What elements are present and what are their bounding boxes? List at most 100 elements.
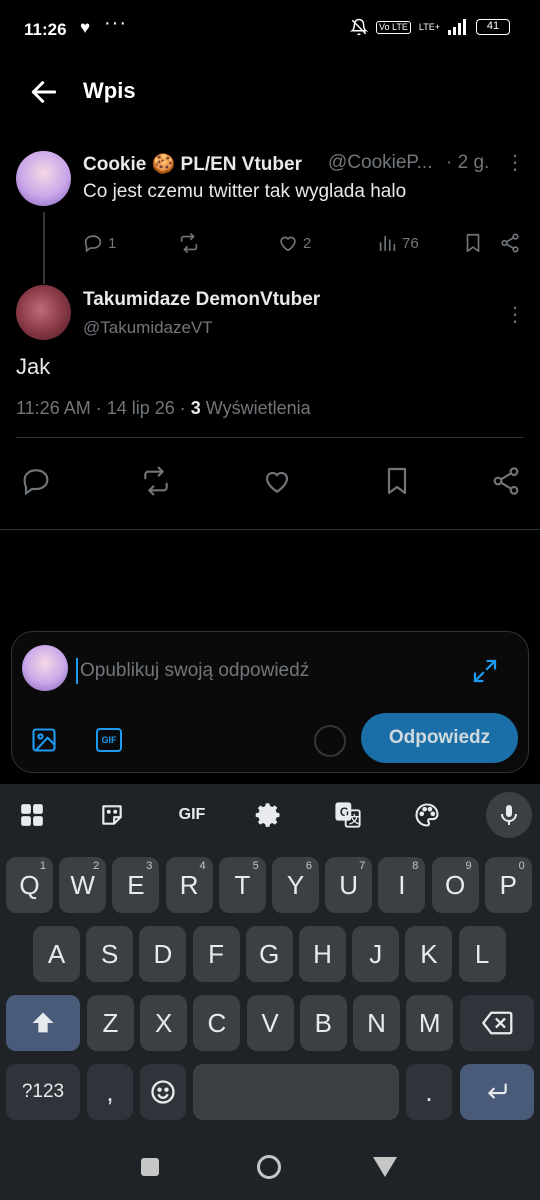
divider (0, 529, 540, 530)
reply-input[interactable] (76, 658, 456, 684)
key-m[interactable]: M (406, 995, 454, 1051)
avatar[interactable] (16, 151, 71, 206)
bookmark-icon[interactable] (462, 232, 484, 254)
key-label: N (367, 1007, 386, 1038)
share-icon[interactable] (490, 465, 522, 497)
author-name[interactable]: Cookie 🍪 PL/EN Vtuber (83, 152, 302, 176)
image-icon[interactable] (30, 726, 58, 754)
key-label: U (339, 869, 359, 900)
avatar[interactable] (16, 285, 71, 340)
key-label: M (418, 1007, 441, 1038)
timestamp: 11:26 AM · 14 lip 26 · (16, 398, 191, 418)
key-q[interactable]: Q1 (6, 857, 53, 913)
lte-label: LTE+ (418, 21, 440, 32)
key-label: K (420, 938, 438, 969)
key-x[interactable]: X (140, 995, 188, 1051)
key-label: G (259, 938, 280, 969)
key-label: E (127, 869, 145, 900)
key-y[interactable]: Y6 (272, 857, 319, 913)
key-p[interactable]: P0 (484, 857, 532, 913)
like-count: 2 (303, 234, 312, 252)
like-button[interactable]: 2 (277, 232, 311, 254)
more-options-icon[interactable]: ⋮ (505, 150, 525, 175)
back-arrow-icon[interactable] (28, 76, 60, 108)
key-label: J (369, 938, 383, 969)
key-number-hint: 3 (146, 860, 153, 872)
reply-submit-button[interactable]: Odpowiedz (361, 713, 518, 763)
views-count: 3 (190, 398, 201, 418)
gear-icon[interactable] (251, 797, 287, 833)
shift-arrow-icon (32, 1012, 54, 1033)
key-u[interactable]: U7 (325, 857, 373, 913)
key-j[interactable]: J (352, 926, 400, 982)
key-l[interactable]: L (458, 926, 506, 982)
key-label: O (444, 869, 466, 900)
author-handle[interactable]: @CookieP... (328, 152, 433, 174)
volte-badge: Vo LTE (376, 20, 411, 34)
retweet-button[interactable] (178, 232, 200, 254)
back-triangle-icon[interactable] (373, 1157, 397, 1177)
key-z[interactable]: Z (87, 995, 134, 1051)
translate-icon[interactable]: G文 (330, 797, 366, 833)
space-key[interactable] (193, 1064, 399, 1120)
recents-icon[interactable] (141, 1158, 159, 1176)
views-chart-icon (379, 235, 396, 252)
thread-line (43, 212, 45, 284)
emoji-key[interactable] (140, 1064, 186, 1120)
key-b[interactable]: B (299, 995, 347, 1051)
symbols-key[interactable]: ?123 (6, 1064, 80, 1120)
heart-icon[interactable] (261, 465, 293, 497)
gif-icon[interactable]: GIF (172, 797, 212, 833)
key-r[interactable]: R4 (165, 857, 213, 913)
key-o[interactable]: O9 (431, 857, 479, 913)
key-d[interactable]: D (139, 926, 187, 982)
period-key[interactable]: . (406, 1064, 452, 1120)
retweet-icon (180, 233, 198, 253)
key-t[interactable]: T5 (218, 857, 266, 913)
more-options-icon[interactable]: ⋮ (505, 302, 525, 327)
backspace-key[interactable] (460, 995, 534, 1051)
key-c[interactable]: C (193, 995, 241, 1051)
reply-icon[interactable] (20, 465, 52, 497)
retweet-icon[interactable] (140, 465, 172, 497)
key-e[interactable]: E3 (112, 857, 160, 913)
key-label: C (207, 1007, 227, 1038)
microphone-icon[interactable] (486, 792, 532, 838)
tweet-meta: 11:26 AM · 14 lip 26 · 3 Wyświetlenia (16, 398, 311, 419)
key-g[interactable]: G (245, 926, 293, 982)
shift-key[interactable] (6, 995, 80, 1051)
key-label: B (314, 1007, 332, 1038)
key-n[interactable]: N (353, 995, 400, 1051)
key-label: F (208, 938, 225, 969)
key-number-hint: 5 (252, 860, 259, 872)
key-label: Q (19, 869, 40, 900)
key-label: Y (286, 869, 305, 900)
reply-button[interactable]: 1 (82, 232, 116, 254)
char-counter-icon (314, 725, 346, 757)
home-icon[interactable] (257, 1155, 281, 1179)
views-button[interactable]: 76 (376, 232, 419, 254)
key-h[interactable]: H (299, 926, 346, 982)
bookmark-icon[interactable] (381, 465, 413, 497)
author-handle[interactable]: @TakumidazeVT (83, 318, 213, 338)
author-name[interactable]: Takumidaze DemonVtuber (83, 289, 320, 311)
key-w[interactable]: W2 (59, 857, 107, 913)
key-k[interactable]: K (405, 926, 453, 982)
key-a[interactable]: A (33, 926, 80, 982)
comma-key[interactable]: , (87, 1064, 133, 1120)
sticker-icon[interactable] (94, 797, 130, 833)
key-label: I (398, 869, 406, 900)
key-v[interactable]: V (246, 995, 294, 1051)
svg-text:文: 文 (348, 813, 360, 826)
key-s[interactable]: S (86, 926, 134, 982)
expand-icon[interactable] (470, 656, 500, 686)
gif-icon[interactable]: GIF (96, 728, 122, 752)
apps-grid-icon[interactable] (14, 797, 50, 833)
key-i[interactable]: I8 (378, 857, 426, 913)
share-icon[interactable] (499, 232, 521, 254)
key-f[interactable]: F (192, 926, 240, 982)
key-label: V (261, 1007, 279, 1038)
key-number-hint: 9 (465, 860, 472, 872)
palette-icon[interactable] (409, 797, 445, 833)
enter-key[interactable] (460, 1064, 534, 1120)
